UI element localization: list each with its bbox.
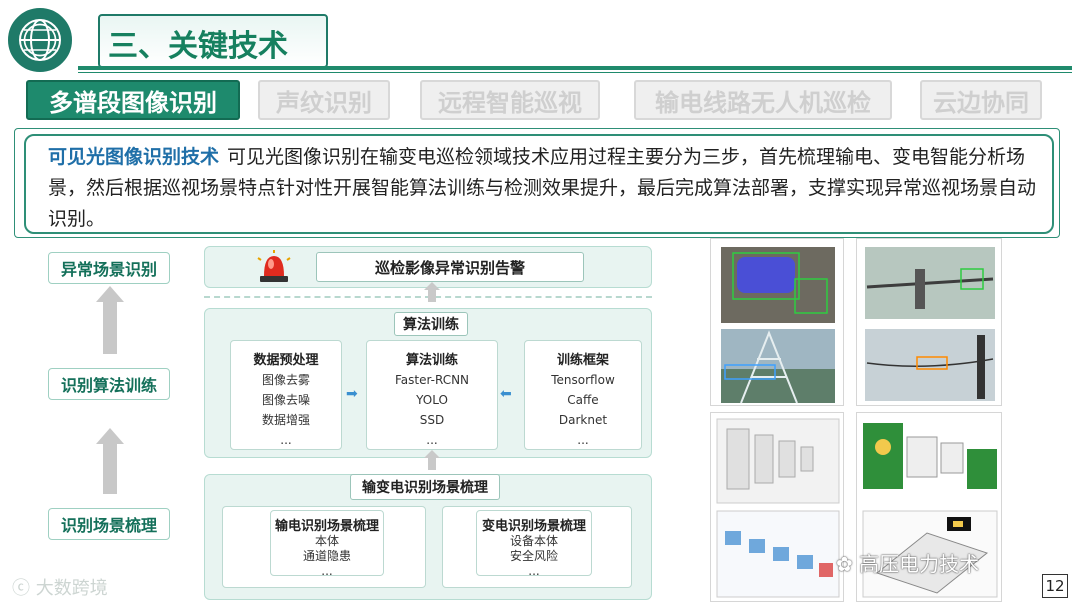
right-arrow-icon: ➡ [346, 386, 358, 402]
left-arrow-icon: ⬅ [500, 386, 512, 402]
card-item: 安全风险 [509, 549, 558, 563]
card-item: Faster-RCNN [394, 373, 470, 387]
up-arrow-stem [103, 444, 117, 494]
stage-anomaly-recognition: 异常场景识别 [48, 252, 170, 284]
tab-label: 远程智能巡视 [438, 88, 582, 117]
card-item: YOLO [416, 393, 448, 407]
tab-cloud-edge[interactable]: 云边协同 [920, 80, 1042, 120]
company-logo [8, 8, 72, 72]
page-title-box: 三、关键技术 [98, 14, 328, 68]
card-title: 输电识别场景梳理 [274, 519, 379, 534]
page-title: 三、关键技术 [108, 29, 288, 64]
card-item: Darknet [558, 413, 608, 427]
up-arrow-stem [103, 302, 117, 354]
scenes-title-text: 输变电识别场景梳理 [362, 480, 488, 496]
tab-label: 声纹识别 [276, 88, 372, 117]
card-item: Caffe [567, 393, 599, 407]
tab-label: 输电线路无人机巡检 [655, 88, 871, 117]
algorithm-card: 算法训练 Faster-RCNN YOLO SSD ... [366, 340, 498, 450]
left-watermark-text: 大数跨境 [35, 578, 108, 599]
stage-scene-analysis: 识别场景梳理 [48, 508, 170, 540]
tab-label: 云边协同 [933, 88, 1029, 117]
alarm-label-text: 巡检影像异常识别告警 [374, 258, 525, 277]
image-group-left-bottom [710, 412, 844, 602]
header-divider-thin [78, 72, 1072, 73]
stage-algorithm-training: 识别算法训练 [48, 368, 170, 400]
stage-label: 异常场景识别 [60, 260, 157, 279]
header-divider [78, 66, 1072, 70]
description-keyword: 可见光图像识别技术 [48, 146, 220, 168]
tab-uav-inspection[interactable]: 输电线路无人机巡检 [634, 80, 892, 120]
image-group-left-top [710, 238, 844, 406]
alarm-siren-icon [254, 250, 294, 284]
card-item: ... [280, 433, 292, 447]
up-arrow-icon [96, 286, 124, 302]
tab-voiceprint[interactable]: 声纹识别 [258, 80, 390, 120]
card-item: ... [321, 564, 333, 578]
stage-label: 识别场景梳理 [60, 516, 157, 535]
card-item: ... [577, 433, 589, 447]
card-item: ... [426, 433, 438, 447]
page-number: 12 [1042, 574, 1068, 598]
left-watermark: ⓒ 大数跨境 [12, 574, 108, 600]
wechat-icon: ✿ [836, 552, 853, 576]
card-item: 图像去雾 [261, 373, 310, 387]
card-title: 训练框架 [556, 353, 609, 368]
page-number-text: 12 [1045, 577, 1065, 595]
card-title: 数据预处理 [253, 353, 319, 368]
transmission-scene-inner: 输电识别场景梳理 本体 通道隐患 ... [270, 510, 384, 578]
framework-card: 训练框架 Tensorflow Caffe Darknet ... [524, 340, 642, 450]
image-group-right-top [856, 238, 1002, 406]
small-up-arrow-icon [424, 450, 440, 458]
preprocess-card: 数据预处理 图像去雾 图像去噪 数据增强 ... [230, 340, 342, 450]
description-box: 可见光图像识别技术 可见光图像识别在输变电巡检领域技术应用过程主要分为三步，首先梳… [24, 134, 1054, 234]
scenes-title: 输变电识别场景梳理 [350, 474, 500, 500]
tab-multispectral[interactable]: 多谱段图像识别 [26, 80, 240, 120]
card-item: 数据增强 [261, 413, 310, 427]
card-item: 本体 [314, 534, 339, 548]
watermark-logo-icon: ⓒ [12, 578, 30, 599]
training-title-text: 算法训练 [403, 317, 459, 333]
training-title: 算法训练 [394, 312, 468, 336]
substation-scene-inner: 变电识别场景梳理 设备本体 安全风险 ... [476, 510, 592, 578]
card-title: 算法训练 [405, 353, 458, 368]
stage-label: 识别算法训练 [60, 376, 157, 395]
card-title: 变电识别场景梳理 [481, 519, 586, 534]
card-item: 通道隐患 [302, 549, 351, 563]
card-item: ... [528, 564, 540, 578]
small-up-arrow-icon [424, 282, 440, 290]
small-up-arrow-stem [428, 458, 436, 470]
tab-label: 多谱段图像识别 [49, 88, 217, 117]
up-arrow-icon [96, 428, 124, 444]
card-item: SSD [419, 413, 445, 427]
small-up-arrow-stem [428, 290, 436, 302]
alarm-label: 巡检影像异常识别告警 [316, 252, 584, 282]
card-item: 设备本体 [509, 534, 558, 548]
right-watermark: ✿ 高压电力技术 [836, 548, 979, 577]
tab-remote-patrol[interactable]: 远程智能巡视 [420, 80, 600, 120]
card-item: Tensorflow [551, 373, 615, 387]
card-item: 图像去噪 [261, 393, 310, 407]
right-watermark-text: 高压电力技术 [859, 552, 980, 576]
